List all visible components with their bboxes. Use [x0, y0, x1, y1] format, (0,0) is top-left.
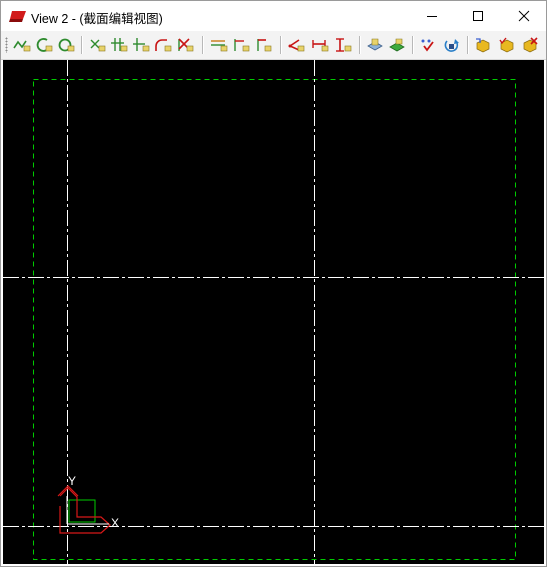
parallel-constraint-button[interactable]: [231, 36, 251, 54]
snap-endpoint-button[interactable]: [131, 36, 151, 54]
maximize-icon: [473, 11, 483, 21]
coordinate-axis-icon: Y X: [57, 474, 119, 534]
title-bar[interactable]: View 2 - (截面编辑视图): [1, 1, 546, 31]
section-edit-canvas[interactable]: Y X: [3, 60, 544, 564]
dimension-horizontal-icon: [312, 40, 329, 52]
section-delete-icon: [523, 37, 538, 53]
perpendicular-constraint-icon: [257, 39, 272, 52]
toolbar-separator: [280, 36, 281, 54]
perpendicular-constraint-button[interactable]: [253, 36, 273, 54]
section-check-button[interactable]: [497, 36, 517, 54]
snap-endpoint-icon: [133, 38, 150, 52]
extrude-view-icon: [367, 38, 383, 51]
app-icon: [9, 9, 27, 23]
circle-tool-button[interactable]: [56, 36, 76, 54]
rotate-view-button[interactable]: [442, 36, 462, 54]
snap-intersection-button[interactable]: [109, 36, 129, 54]
fillet-tool-button[interactable]: [153, 36, 173, 54]
arc-tool-icon: [36, 38, 53, 52]
toolbar-separator: [412, 36, 413, 54]
toolbar-separator: [359, 36, 360, 54]
circle-tool-icon: [58, 38, 75, 52]
dimension-angle-icon: [288, 39, 305, 52]
point-tool-button[interactable]: [87, 36, 107, 54]
section-property-icon: [476, 38, 490, 53]
toolbar-separator: [202, 36, 203, 54]
maximize-button[interactable]: [455, 1, 501, 31]
rotate-view-icon: [444, 39, 459, 52]
toolbar-grip[interactable]: [5, 37, 8, 53]
revolve-view-icon: [389, 38, 405, 52]
arc-tool-button[interactable]: [34, 36, 54, 54]
dimension-horizontal-button[interactable]: [310, 36, 330, 54]
toolbar-separator: [81, 36, 82, 54]
section-edit-view-window: View 2 - (截面编辑视图) Y X: [0, 0, 547, 567]
section-delete-button[interactable]: [520, 36, 540, 54]
close-icon: [518, 10, 530, 22]
toolbar-separator: [467, 36, 468, 54]
parallel-constraint-icon: [234, 39, 250, 52]
sketch-toolbar: [1, 31, 546, 60]
minimize-icon: [427, 16, 437, 17]
axis-label-x: X: [111, 516, 119, 530]
polyline-tool-icon: [13, 40, 31, 52]
minimize-button[interactable]: [409, 1, 455, 31]
section-property-button[interactable]: [473, 36, 493, 54]
horizontal-constraint-button[interactable]: [209, 36, 229, 54]
revolve-view-button[interactable]: [387, 36, 407, 54]
trim-tool-button[interactable]: [175, 36, 195, 54]
check-profile-button[interactable]: [418, 36, 438, 54]
horizontal-constraint-icon: [211, 40, 228, 52]
check-profile-icon: [421, 39, 434, 52]
polyline-tool-button[interactable]: [12, 36, 32, 54]
extrude-view-button[interactable]: [365, 36, 385, 54]
snap-intersection-icon: [111, 38, 128, 52]
dimension-angle-button[interactable]: [286, 36, 306, 54]
section-check-icon: [499, 37, 514, 53]
close-button[interactable]: [501, 1, 547, 31]
fillet-tool-icon: [155, 39, 172, 52]
trim-tool-icon: [178, 38, 194, 52]
dimension-vertical-button[interactable]: [333, 36, 353, 54]
axis-label-y: Y: [68, 474, 76, 488]
centerlines: [3, 60, 544, 564]
dimension-vertical-icon: [336, 38, 352, 52]
window-title: View 2 - (截面编辑视图): [31, 12, 163, 26]
point-tool-icon: [90, 39, 106, 52]
section-boundary: [33, 79, 516, 560]
